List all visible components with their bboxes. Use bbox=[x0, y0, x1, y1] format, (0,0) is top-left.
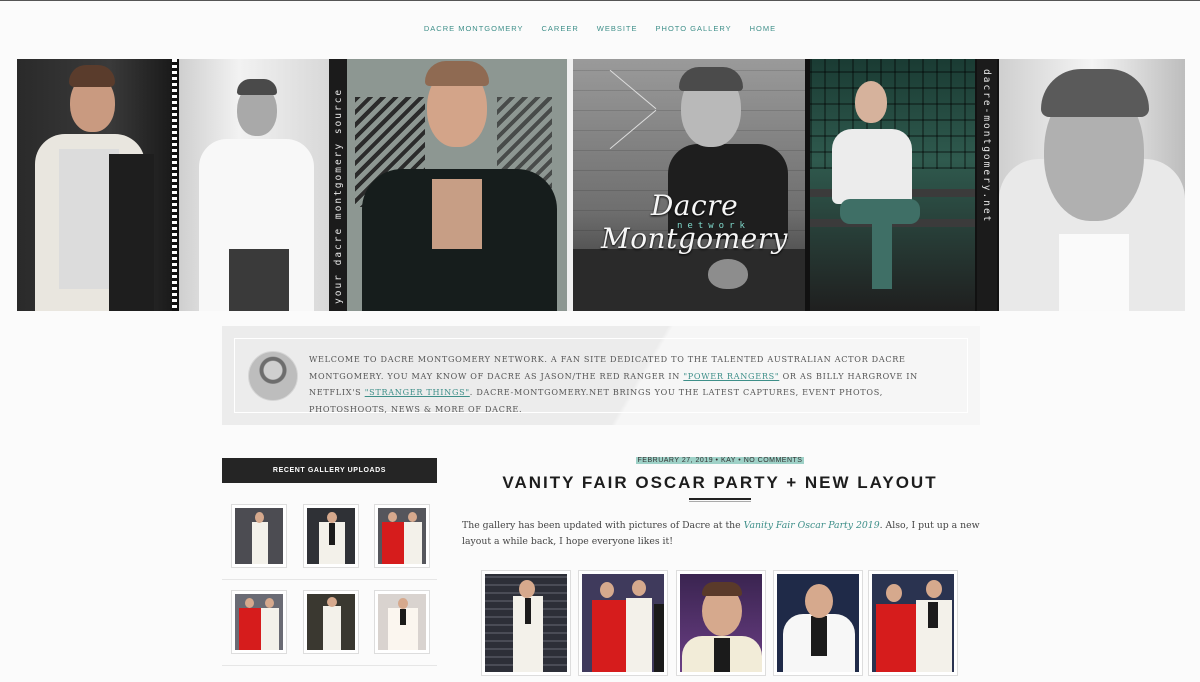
nav-home[interactable]: HOME bbox=[750, 24, 777, 33]
banner-vertical-strip-left: your dacre montgomery source bbox=[329, 59, 347, 311]
post-meta: FEBRUARY 27, 2019 • KAY • NO COMMENTS bbox=[460, 457, 980, 464]
banner-photo-1 bbox=[17, 59, 172, 311]
gallery-thumb-6[interactable] bbox=[374, 590, 430, 654]
gallery-thumb-5[interactable] bbox=[303, 590, 359, 654]
welcome-inner-frame: Welcome to Dacre Montgomery Network. A f… bbox=[234, 338, 968, 414]
nav-website[interactable]: WEBSITE bbox=[597, 24, 638, 33]
header-banner[interactable]: your dacre montgomery source Dacre Montg… bbox=[17, 59, 1185, 311]
brand-subtitle: network bbox=[677, 221, 750, 231]
banner-photo-3 bbox=[347, 59, 567, 311]
banner-photo-2 bbox=[179, 59, 329, 311]
post-title[interactable]: VANITY FAIR OSCAR PARTY + NEW LAYOUT bbox=[460, 473, 980, 493]
post-comments-link[interactable]: NO COMMENTS bbox=[744, 457, 803, 464]
meta-separator: • bbox=[738, 457, 742, 464]
title-underline bbox=[689, 498, 751, 500]
banner-film-strip bbox=[172, 59, 177, 311]
banner-photo-4 bbox=[573, 59, 805, 311]
post-photo-1[interactable] bbox=[481, 570, 571, 676]
post-date[interactable]: FEBRUARY 27, 2019 bbox=[638, 457, 714, 464]
post-body: The gallery has been updated with pictur… bbox=[462, 518, 982, 550]
gallery-thumb-3[interactable] bbox=[374, 504, 430, 568]
banner-photo-6 bbox=[999, 59, 1185, 311]
welcome-text: Welcome to Dacre Montgomery Network. A f… bbox=[309, 351, 959, 417]
top-border bbox=[0, 0, 1200, 1]
avatar bbox=[248, 351, 298, 401]
sidebar-divider bbox=[222, 665, 437, 666]
post-photo-4[interactable] bbox=[773, 570, 863, 676]
post-photo-5[interactable] bbox=[868, 570, 958, 676]
banner-vertical-strip-right: dacre-montgomery.net bbox=[977, 59, 997, 311]
main-nav: DACRE MONTGOMERY CAREER WEBSITE PHOTO GA… bbox=[0, 24, 1200, 33]
stranger-things-link[interactable]: "Stranger Things" bbox=[365, 387, 470, 397]
post-photo-2[interactable] bbox=[578, 570, 668, 676]
nav-photo-gallery[interactable]: PHOTO GALLERY bbox=[656, 24, 732, 33]
banner-vertical-text-left: your dacre montgomery source bbox=[333, 87, 344, 304]
banner-vertical-text-right: dacre-montgomery.net bbox=[981, 69, 992, 224]
vanity-fair-link[interactable]: Vanity Fair Oscar Party 2019 bbox=[744, 520, 880, 531]
gallery-thumb-2[interactable] bbox=[303, 504, 359, 568]
sidebar-heading: RECENT GALLERY UPLOADS bbox=[222, 458, 437, 483]
banner-photo-5 bbox=[810, 59, 975, 311]
nav-career[interactable]: CAREER bbox=[542, 24, 579, 33]
post-photo-3[interactable] bbox=[676, 570, 766, 676]
meta-separator: • bbox=[715, 457, 719, 464]
gallery-thumb-4[interactable] bbox=[231, 590, 287, 654]
welcome-box: Welcome to Dacre Montgomery Network. A f… bbox=[222, 326, 980, 425]
title-underline-shadow bbox=[689, 501, 751, 502]
power-rangers-link[interactable]: "Power Rangers" bbox=[683, 371, 779, 381]
post-author[interactable]: KAY bbox=[721, 457, 736, 464]
sidebar-divider bbox=[222, 579, 437, 580]
nav-dacre-montgomery[interactable]: DACRE MONTGOMERY bbox=[424, 24, 524, 33]
post-body-text-1: The gallery has been updated with pictur… bbox=[462, 520, 744, 531]
gallery-thumb-1[interactable] bbox=[231, 504, 287, 568]
